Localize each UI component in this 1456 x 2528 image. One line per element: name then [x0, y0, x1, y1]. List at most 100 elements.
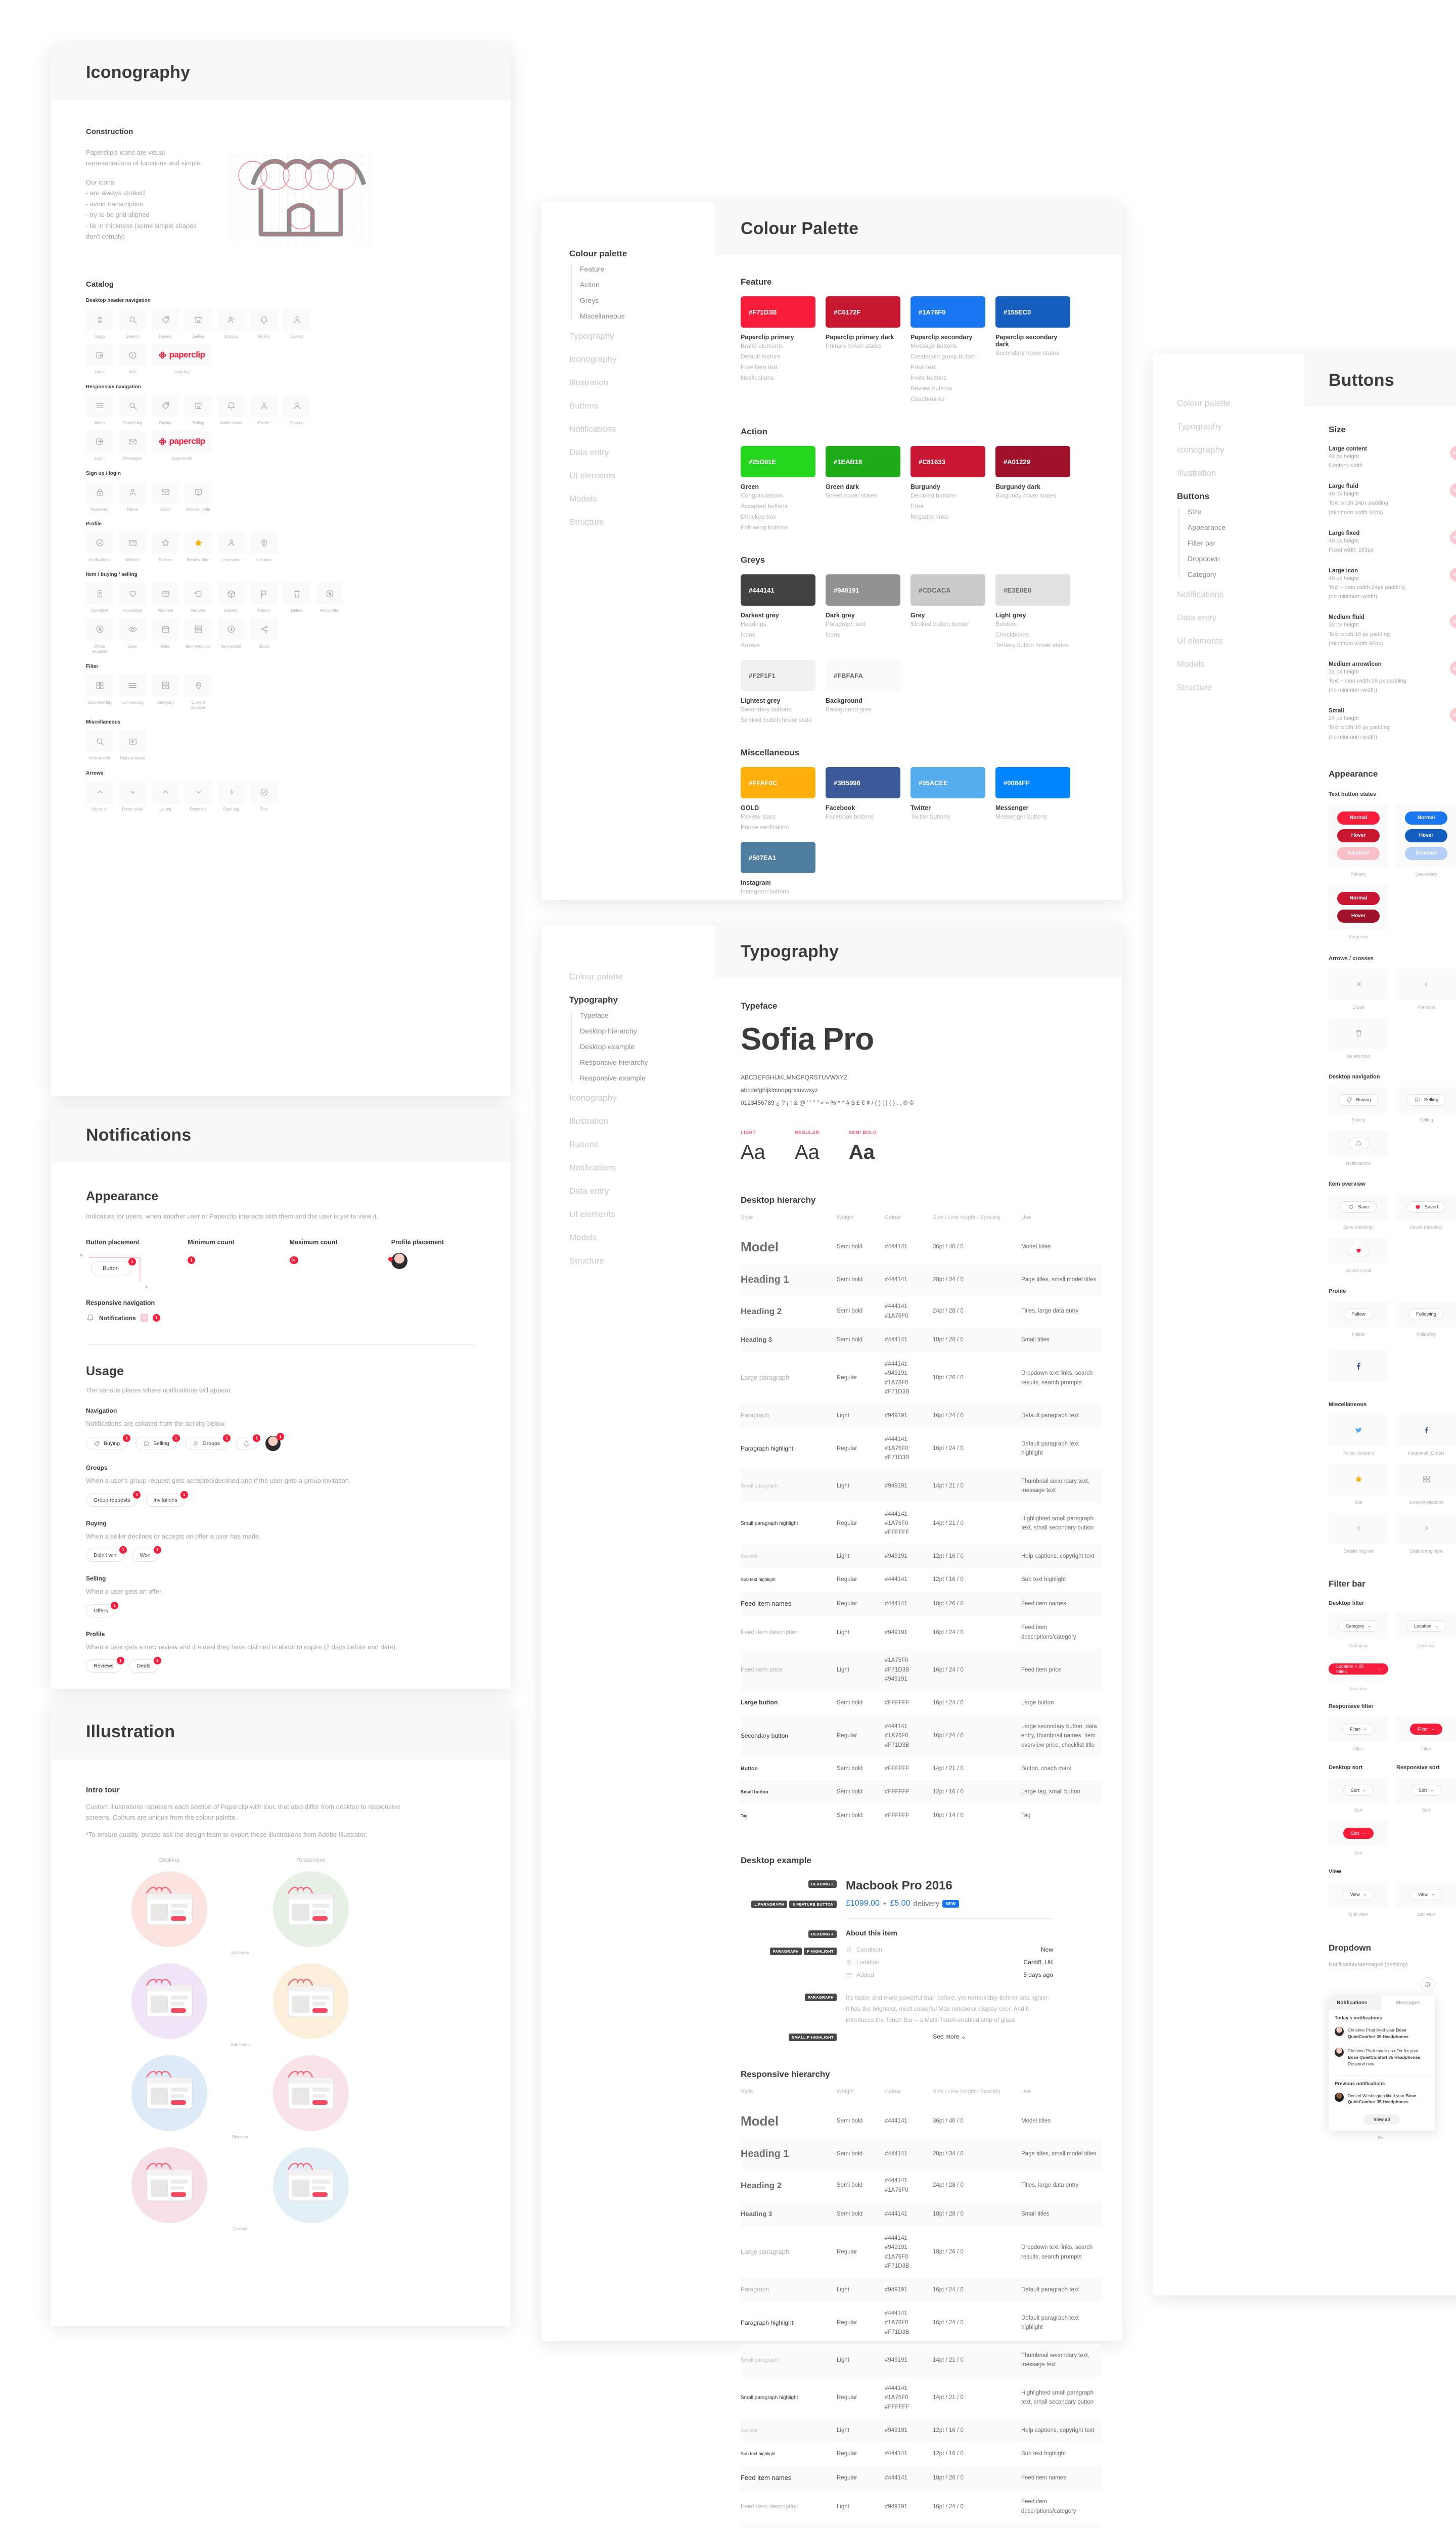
- icon-cell-flag[interactable]: Report: [250, 582, 278, 613]
- sidebar-item-buttons[interactable]: Buttons: [569, 401, 696, 411]
- icon-cell-login[interactable]: Login: [86, 344, 113, 375]
- filter-button[interactable]: Sort ⌄: [1410, 1784, 1442, 1796]
- sidebar-subitem-responsive-hierarchy[interactable]: Responsive hierarchy: [580, 1058, 696, 1066]
- sidebar-item-ui-elements[interactable]: UI elements: [569, 1209, 696, 1220]
- usage-pill[interactable]: Buying 1: [86, 1434, 131, 1451]
- icon-cell-check[interactable]: Verifications: [86, 531, 113, 563]
- state-button-hover[interactable]: Hover: [1337, 829, 1380, 842]
- filter-button[interactable]: Location ⌄: [1406, 1620, 1446, 1632]
- sidebar-item-notifications[interactable]: Notifications: [569, 1163, 696, 1173]
- profile-button[interactable]: Following: [1408, 1308, 1444, 1320]
- filter-button[interactable]: Category ⌄: [1338, 1620, 1379, 1632]
- icon-button[interactable]: [1422, 976, 1431, 993]
- sidebar-subitem-miscellaneous[interactable]: Miscellaneous: [580, 312, 696, 320]
- sidebar-subitem-desktop-example[interactable]: Desktop example: [580, 1043, 696, 1051]
- sidebar-subitem-action[interactable]: Action: [580, 281, 696, 289]
- sidebar-subitem-dropdown[interactable]: Dropdown: [1188, 555, 1293, 563]
- icon-button[interactable]: [1422, 1471, 1431, 1488]
- sidebar-item-structure[interactable]: Structure: [569, 517, 696, 527]
- icon-cell-user[interactable]: Sign up: [283, 308, 310, 339]
- icon-cell-offer[interactable]: Offers received: [86, 618, 113, 655]
- usage-pill[interactable]: Didn't win 1: [86, 1546, 127, 1562]
- sidebar-item-illustration[interactable]: Illustration: [569, 378, 696, 388]
- avatar-pill[interactable]: 1: [265, 1433, 285, 1452]
- usage-pill[interactable]: Deals 1: [129, 1657, 161, 1673]
- colour-swatch[interactable]: #25D61E Green Congratulations Accepted butt…: [741, 446, 815, 533]
- filter-button[interactable]: View ⌄: [1342, 1888, 1375, 1900]
- sidebar-subitem-filter-bar[interactable]: Filter bar: [1188, 539, 1293, 547]
- filter-button[interactable]: Location + 25 miles ⌄: [1329, 1663, 1388, 1675]
- state-button-normal[interactable]: Normal: [1337, 811, 1380, 825]
- bell-button[interactable]: [1421, 1977, 1435, 1992]
- icon-cell-tag[interactable]: Buying: [152, 308, 179, 339]
- icon-cell-user[interactable]: Username: [217, 531, 245, 563]
- usage-pill[interactable]: Invitations 1: [146, 1491, 188, 1507]
- sidebar-item-iconography[interactable]: Iconography: [569, 354, 696, 365]
- sidebar-item-buttons[interactable]: Buttons: [569, 1140, 696, 1150]
- sidebar-item-ui-elements[interactable]: UI elements: [569, 471, 696, 481]
- icon-cell-upload[interactable]: Upload image: [119, 730, 146, 761]
- icon-cell-offer[interactable]: Active offer: [316, 582, 343, 613]
- icon-cell-aright[interactable]: Right big: [217, 781, 245, 812]
- notification-item[interactable]: Denzel Washington liked your Bose QuietC…: [1329, 2089, 1435, 2110]
- sidebar-subitem-feature[interactable]: Feature: [580, 265, 696, 273]
- icon-cell-eye[interactable]: Seen: [119, 618, 146, 655]
- colour-swatch[interactable]: #CDCACA Grey Stroked button border: [911, 574, 985, 651]
- nav-button[interactable]: Saved: [1406, 1201, 1446, 1213]
- icon-cell-grid[interactable]: Category: [152, 674, 179, 711]
- colour-swatch[interactable]: #1A76F0 Paperclip secondary Message button…: [911, 296, 985, 404]
- sidebar-subitem-responsive-example[interactable]: Responsive example: [580, 1074, 696, 1082]
- nav-button[interactable]: Selling: [1406, 1094, 1446, 1106]
- colour-swatch[interactable]: #444141 Darkest grey Headings Icons Arrows: [741, 574, 815, 651]
- icon-cell-bin[interactable]: Delete: [283, 582, 310, 613]
- sidebar-item-models[interactable]: Models: [1177, 659, 1293, 669]
- sidebar-item-notifications[interactable]: Notifications: [1177, 590, 1293, 600]
- icon-cell-cond[interactable]: Condition: [86, 582, 113, 613]
- filter-button[interactable]: Filter ⌄: [1410, 1723, 1442, 1735]
- state-button-hover[interactable]: Hover: [1337, 909, 1380, 923]
- sidebar-item-data-entry[interactable]: Data entry: [569, 1186, 696, 1196]
- sidebar-item-illustration[interactable]: Illustration: [569, 1116, 696, 1126]
- social-icon-button[interactable]: [1353, 1358, 1363, 1375]
- sidebar-subitem-size[interactable]: Size: [1188, 508, 1293, 516]
- icon-cell-logo[interactable]: paperclip Logo big: [152, 344, 212, 375]
- usage-pill[interactable]: Offers 1: [86, 1601, 119, 1617]
- icon-cell-menu[interactable]: Menu: [86, 394, 113, 426]
- colour-swatch[interactable]: #0084FF Messenger Messenger buttons: [995, 767, 1070, 833]
- sidebar-subitem-category[interactable]: Category: [1188, 570, 1293, 578]
- state-button-disabled[interactable]: Disabled: [1405, 846, 1447, 860]
- filter-button[interactable]: Filter ⌄: [1342, 1723, 1375, 1735]
- icon-cell-shop[interactable]: Selling: [185, 394, 212, 426]
- sidebar-item-illustration[interactable]: Illustration: [1177, 468, 1293, 478]
- sidebar-item-typography[interactable]: Typography: [569, 331, 696, 341]
- tab-notifications[interactable]: Notifications: [1329, 1995, 1382, 2010]
- usage-pill[interactable]: 1: [236, 1434, 261, 1451]
- sidebar-subitem-typeface[interactable]: Typeface: [580, 1011, 696, 1019]
- usage-pill[interactable]: Groups 1: [185, 1434, 231, 1451]
- tab-messages[interactable]: Messages: [1382, 1996, 1435, 2010]
- sidebar-item-models[interactable]: Models: [569, 1233, 696, 1243]
- icon-cell-groups[interactable]: Groups: [217, 308, 245, 339]
- state-button-disabled[interactable]: Disabled: [1337, 846, 1380, 860]
- colour-swatch[interactable]: #A01229 Burgundy dark Burgundy hover state…: [995, 446, 1070, 533]
- icon-cell-search[interactable]: Item search: [86, 730, 113, 761]
- colour-swatch[interactable]: #E3E0E0 Light grey Borders Checkboxes Tertia…: [995, 574, 1070, 651]
- sidebar-item-data-entry[interactable]: Data entry: [1177, 613, 1293, 623]
- icon-cell-share[interactable]: Share: [250, 618, 278, 655]
- icon-cell-search[interactable]: Search big: [119, 394, 146, 426]
- icon-cell-lock[interactable]: Password: [86, 481, 113, 512]
- notification-item[interactable]: Christine Pratt made an offer for your B…: [1329, 2044, 1435, 2071]
- filter-button[interactable]: Sort ⌄: [1343, 1784, 1374, 1796]
- icon-cell-bell[interactable]: Notifications: [217, 394, 245, 426]
- icon-cell-info[interactable]: Info: [119, 344, 146, 375]
- sidebar-item-typography[interactable]: Typography: [1177, 422, 1293, 432]
- sidebar-item-structure[interactable]: Structure: [1177, 683, 1293, 693]
- sidebar-item-models[interactable]: Models: [569, 494, 696, 504]
- icon-cell-toggle[interactable]: Toggle: [86, 308, 113, 339]
- icon-cell-heart[interactable]: Favourited: [119, 582, 146, 613]
- colour-swatch[interactable]: #F71D3B Paperclip primary Brand elements De…: [741, 296, 815, 404]
- view-all-button[interactable]: View all: [1363, 2114, 1400, 2125]
- icon-cell-user[interactable]: Name: [119, 481, 146, 512]
- filter-button[interactable]: Sort ⌄: [1343, 1827, 1374, 1839]
- icon-cell-cal[interactable]: Date: [152, 618, 179, 655]
